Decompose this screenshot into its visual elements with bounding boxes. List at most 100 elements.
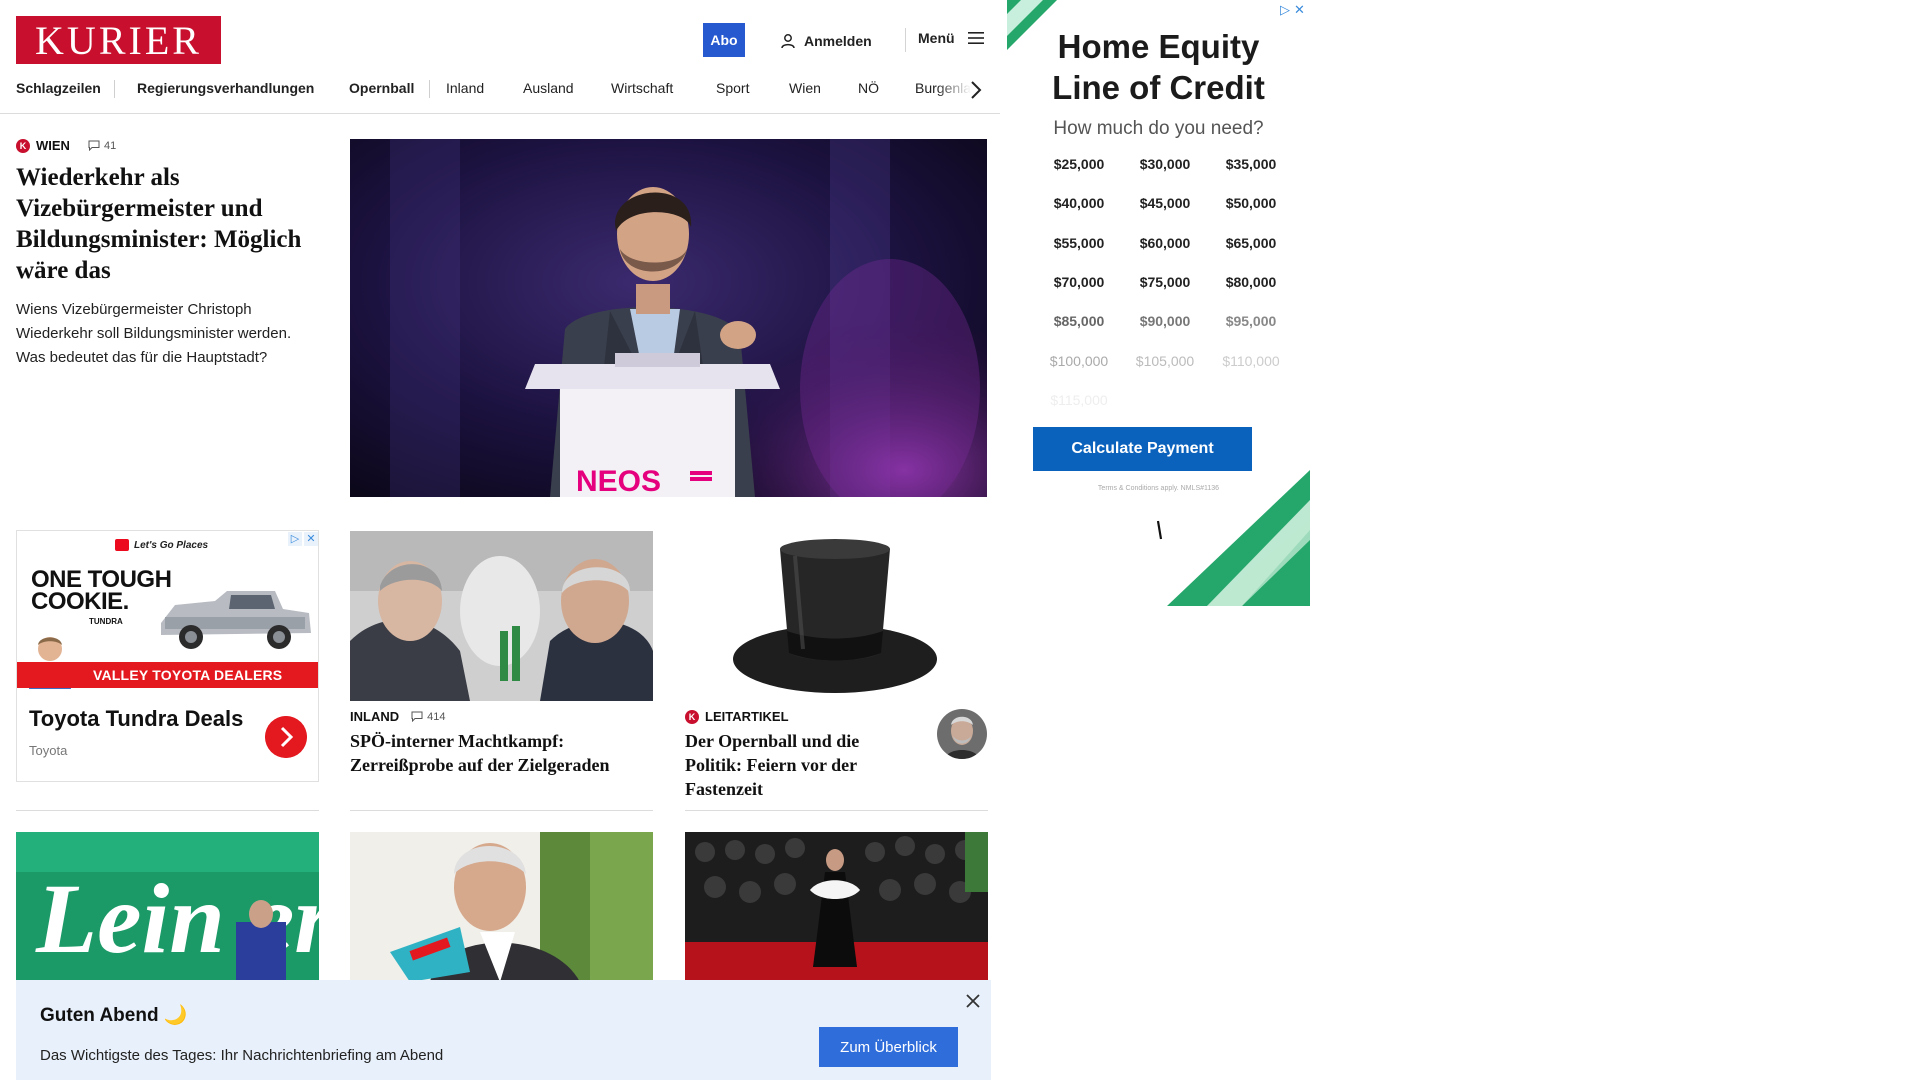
- toyota-headline: ONE TOUGH COOKIE.: [31, 568, 172, 615]
- amount-option[interactable]: $55,000: [1039, 235, 1119, 251]
- story-image-red-carpet[interactable]: [685, 832, 988, 982]
- kurier-k-icon: K: [685, 709, 699, 724]
- abo-button[interactable]: Abo: [703, 23, 745, 57]
- amount-option[interactable]: $115,000: [1039, 392, 1119, 408]
- story-section-label[interactable]: LEITARTIKEL: [705, 709, 789, 724]
- story-card[interactable]: K LEITARTIKEL Der Opernball und die Poli…: [685, 531, 988, 801]
- story-section-label[interactable]: INLAND: [350, 709, 399, 724]
- nav-separator: [114, 80, 115, 98]
- amount-option[interactable]: $70,000: [1039, 274, 1119, 290]
- politician-photo: [350, 832, 653, 982]
- section-nav-scroller[interactable]: Schlagzeilen Regierungsverhandlungen Ope…: [16, 74, 976, 114]
- nav-item-regierungsverhandlungen[interactable]: Regierungsverhandlungen: [137, 80, 314, 96]
- author-avatar[interactable]: [937, 709, 987, 759]
- amount-option[interactable]: $80,000: [1211, 274, 1291, 290]
- top-bar: KURIER Abo Anmelden Menü: [0, 0, 1000, 80]
- red-carpet-photo: [685, 832, 988, 982]
- login-label: Anmelden: [804, 33, 872, 49]
- kurier-logo[interactable]: KURIER: [16, 16, 221, 64]
- toyota-logo-icon: [115, 539, 129, 551]
- story-meta: INLAND 414: [350, 709, 445, 724]
- story-meta: K LEITARTIKEL: [685, 709, 789, 724]
- nav-item-noe[interactable]: NÖ: [858, 80, 879, 96]
- ad-headline-line1: Home Equity: [1057, 28, 1260, 65]
- story-image[interactable]: [350, 531, 653, 701]
- toyota-ad[interactable]: ▷ ✕ Let's Go Places ONE TOUGH COOKIE. TU…: [16, 530, 319, 782]
- toyota-ad-title[interactable]: Toyota Tundra Deals: [29, 706, 243, 732]
- amount-option[interactable]: $40,000: [1039, 195, 1119, 211]
- leiner-store-photo: Lein er: [16, 832, 319, 982]
- adchoices-icon[interactable]: ▷: [1280, 2, 1290, 18]
- nav-item-inland[interactable]: Inland: [446, 80, 484, 96]
- chevron-right-icon[interactable]: [265, 716, 307, 758]
- ad-headline-line2: Line of Credit: [1052, 69, 1265, 106]
- nav-item-sport[interactable]: Sport: [716, 80, 749, 96]
- story-headline[interactable]: Der Opernball und die Politik: Feiern vo…: [685, 729, 905, 801]
- ad-choices[interactable]: ▷ ✕: [1280, 2, 1305, 18]
- row-divider: [350, 810, 653, 811]
- toyota-slogan: Let's Go Places: [134, 539, 209, 551]
- ad-subtitle: How much do you need?: [1053, 118, 1264, 139]
- adchoices-icon[interactable]: ▷: [288, 532, 302, 546]
- chevron-right-icon[interactable]: [966, 78, 986, 102]
- close-icon[interactable]: ✕: [304, 532, 318, 546]
- story-card[interactable]: INLAND 414 SPÖ-interner Machtkampf: Zerr…: [350, 531, 653, 781]
- toyota-model: TUNDRA: [89, 617, 123, 626]
- overview-button[interactable]: Zum Überblick: [819, 1027, 958, 1067]
- nav-item-wirtschaft[interactable]: Wirtschaft: [611, 80, 673, 96]
- ad-headline: Home Equity Line of Credit: [1007, 26, 1310, 108]
- lead-headline[interactable]: Wiederkehr als Vizebürgermeister und Bil…: [16, 162, 321, 286]
- home-equity-ad[interactable]: ▷ ✕ Home Equity Line of Credit How much …: [1007, 0, 1310, 606]
- lead-image[interactable]: NEOS: [350, 139, 987, 497]
- podium-logo-text: NEOS: [576, 465, 661, 497]
- ad-terms[interactable]: Terms & Conditions apply. NMLS#1136: [1007, 485, 1310, 492]
- calculate-payment-button[interactable]: Calculate Payment: [1033, 427, 1252, 471]
- amount-option[interactable]: $50,000: [1211, 195, 1291, 211]
- amount-option[interactable]: $35,000: [1211, 156, 1291, 172]
- amount-option[interactable]: $105,000: [1125, 353, 1205, 369]
- nav-item-opernball[interactable]: Opernball: [349, 80, 414, 96]
- toyota-brand-line: Let's Go Places: [115, 539, 208, 551]
- amount-option[interactable]: $85,000: [1039, 313, 1119, 329]
- amount-option[interactable]: $110,000: [1211, 353, 1291, 369]
- nav-separator: [429, 80, 430, 98]
- amount-option[interactable]: $30,000: [1125, 156, 1205, 172]
- story-image-politician[interactable]: [350, 832, 653, 982]
- ad-choices[interactable]: ▷ ✕: [288, 532, 318, 546]
- comment-count[interactable]: 41: [88, 140, 116, 152]
- amount-option[interactable]: $95,000: [1211, 313, 1291, 329]
- amount-option[interactable]: $25,000: [1039, 156, 1119, 172]
- nav-item-wien[interactable]: Wien: [789, 80, 821, 96]
- amount-option[interactable]: $65,000: [1211, 235, 1291, 251]
- comment-count-value: 414: [427, 710, 446, 723]
- comment-count[interactable]: 414: [411, 711, 445, 723]
- amount-option[interactable]: $60,000: [1125, 235, 1205, 251]
- comment-icon: [88, 140, 100, 151]
- kurier-k-icon: K: [16, 138, 30, 153]
- login-button[interactable]: Anmelden: [780, 30, 872, 52]
- kurier-site: KURIER Abo Anmelden Menü Schlagzeilen Re…: [0, 0, 1000, 1080]
- close-icon[interactable]: [963, 991, 983, 1011]
- lead-section-label[interactable]: WIEN: [36, 138, 70, 153]
- amount-option[interactable]: $45,000: [1125, 195, 1205, 211]
- amount-option[interactable]: $100,000: [1039, 353, 1119, 369]
- text-cursor-icon: [1157, 520, 1163, 540]
- comment-count-value: 41: [103, 139, 117, 152]
- nav-item-schlagzeilen[interactable]: Schlagzeilen: [16, 80, 101, 96]
- author-photo: [937, 709, 987, 759]
- row-divider: [16, 810, 319, 811]
- story-image-leiner[interactable]: Lein er: [16, 832, 319, 982]
- amount-option[interactable]: $75,000: [1125, 274, 1205, 290]
- nav-item-ausland[interactable]: Ausland: [523, 80, 574, 96]
- evening-briefing-banner[interactable]: Guten Abend 🌙 Das Wichtigste des Tages: …: [16, 980, 991, 1080]
- lead-kicker: K WIEN 41: [16, 138, 321, 153]
- lead-teaser: Wiens Vizebürgermeister Christoph Wieder…: [16, 301, 292, 366]
- toyota-headline-2: COOKIE.: [31, 588, 129, 615]
- menu-button[interactable]: Menü: [918, 30, 985, 46]
- story-image[interactable]: [685, 531, 988, 701]
- toyota-ad-banner[interactable]: ▷ ✕ Let's Go Places ONE TOUGH COOKIE. TU…: [17, 531, 318, 689]
- story-headline[interactable]: SPÖ-interner Machtkampf: Zerreißprobe au…: [350, 729, 653, 777]
- amount-option[interactable]: $90,000: [1125, 313, 1205, 329]
- toyota-dealer-strip: VALLEY TOYOTA DEALERS: [17, 662, 318, 688]
- close-icon[interactable]: ✕: [1294, 2, 1305, 18]
